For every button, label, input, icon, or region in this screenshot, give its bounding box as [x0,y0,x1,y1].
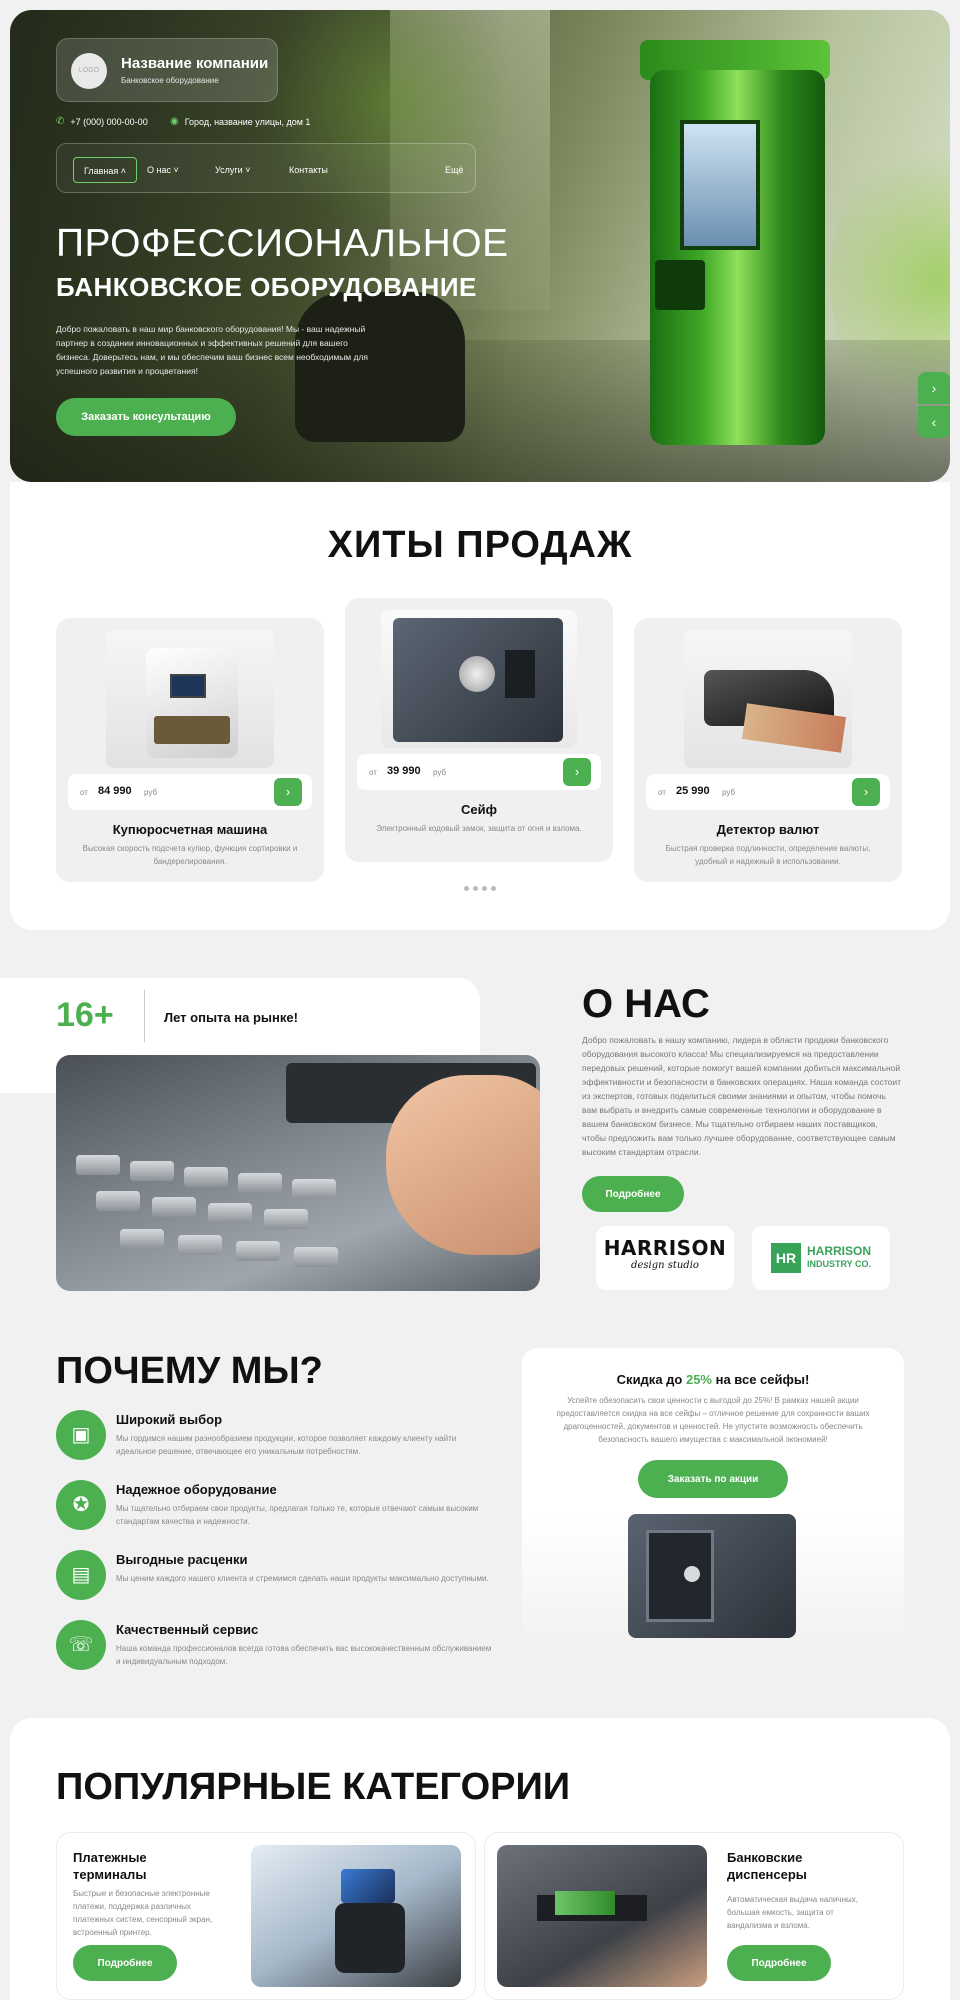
slider-next-arrow-icon[interactable]: › [918,372,950,404]
about-title: О НАС [582,982,710,1026]
hero-description: Добро пожаловать в наш мир банковского о… [56,324,369,376]
company-name: Название компании [121,55,269,72]
product-image-currency-detector [684,630,852,768]
support-icon: ☏ [56,1620,106,1670]
phone-icon: ✆ [56,116,65,127]
category-title: Платежные терминалы [73,1850,147,1882]
promo-text: Успейте обезопасить свои ценности с выго… [556,1396,870,1444]
experience-number: 16+ [56,996,114,1034]
nav-item-about[interactable]: О нас ˅ [137,157,189,183]
product-card[interactable]: от 39 990 руб › Сейф Электронный кодовый… [345,598,613,862]
about-text: Добро пожаловать в нашу компанию, лидера… [582,1035,901,1157]
product-name: Детектор валют [716,822,820,837]
logo: LOGO [71,53,107,89]
award-icon: ✪ [56,1480,106,1530]
safe-icon: ▣ [56,1410,106,1460]
why-title: ПОЧЕМУ МЫ? [56,1350,323,1392]
product-price: 84 990 [98,785,132,797]
advantage-item: ☏ Качественный сервис Наша команда профе… [56,1620,496,1680]
nav-item-more[interactable]: Ещё [435,157,473,183]
divider [144,990,145,1042]
hero-title-line2: БАНКОВСКОЕ ОБОРУДОВАНИЕ [56,272,477,302]
advantage-item: ✪ Надежное оборудование Мы тщательно отб… [56,1480,496,1540]
price-box: от 25 990 руб › [646,774,890,810]
category-description: Автоматическая выдача наличных, большая … [727,1895,858,1930]
partner-logo-harrison-industry: HR HARRISON INDUSTRY CO. [752,1226,890,1290]
product-description: Электронный кодовый замок, защита от огн… [376,824,582,833]
cash-dispenser-photo [497,1845,707,1987]
hero-atm-image [630,40,830,445]
nav-item-contacts[interactable]: Контакты [279,157,338,183]
partner-logo-harrison-design: HARRISON design studio [596,1226,734,1290]
company-subtitle: Банковское оборудование [121,76,219,85]
category-title: Банковские диспенсеры [727,1850,807,1882]
main-nav: Главная ˄ О нас ˅ Услуги ˅ Контакты Ещё [56,143,476,193]
product-price: 39 990 [387,765,421,777]
slider-prev-arrow-icon[interactable]: ‹ [918,406,950,438]
carousel-dots[interactable] [462,878,498,896]
phone-contact[interactable]: ✆ +7 (000) 000-00-00 [56,116,148,127]
product-image-safe [381,610,577,748]
product-card[interactable]: от 84 990 руб › Купюросчетная машина Выс… [56,618,324,882]
categories-title: ПОПУЛЯРНЫЕ КАТЕГОРИИ [56,1766,571,1808]
hero-section: LOGO Название компании Банковское оборуд… [10,10,950,482]
chevron-right-icon[interactable]: › [274,778,302,806]
categories-section: ПОПУЛЯРНЫЕ КАТЕГОРИИ Платежные терминалы… [10,1718,950,2000]
product-price: 25 990 [676,785,710,797]
address-text: Город, название улицы, дом 1 [184,116,311,127]
consultation-button[interactable]: Заказать консультацию [56,398,236,436]
category-card-terminals[interactable]: Платежные терминалы Быстрые и безопасные… [56,1832,476,2000]
wallet-icon: ▤ [56,1550,106,1600]
experience-label: Лет опыта на рынке! [164,1010,298,1025]
hero-title-line1: ПРОФЕССИОНАЛЬНОЕ [56,222,509,265]
about-more-button[interactable]: Подробнее [582,1176,684,1212]
nav-item-home[interactable]: Главная ˄ [73,157,138,183]
phone-number: +7 (000) 000-00-00 [70,116,148,127]
category-more-button[interactable]: Подробнее [73,1945,177,1981]
advantage-item: ▣ Широкий выбор Мы гордимся нашим разноо… [56,1410,496,1470]
category-card-dispensers[interactable]: Банковские диспенсеры Автоматическая выд… [484,1832,904,2000]
product-name: Купюросчетная машина [112,822,268,837]
hits-section: ХИТЫ ПРОДАЖ от 84 990 руб › Купюросчетна… [10,482,950,930]
company-logo-block[interactable]: LOGO Название компании Банковское оборуд… [56,38,278,102]
chevron-right-icon[interactable]: › [563,758,591,786]
product-name: Сейф [461,802,497,817]
promo-order-button[interactable]: Заказать по акции [638,1460,788,1498]
promo-card: Скидка до 25% на все сейфы! Успейте обез… [522,1348,904,1650]
atm-keypad-photo [56,1055,540,1291]
product-card[interactable]: от 25 990 руб › Детектор валют Быстрая п… [634,618,902,882]
address-contact: ◉ Город, название улицы, дом 1 [170,116,310,127]
price-box: от 84 990 руб › [68,774,312,810]
location-pin-icon: ◉ [170,116,179,127]
promo-title: Скидка до 25% на все сейфы! [616,1372,810,1387]
advantage-item: ▤ Выгодные расценки Мы ценим каждого наш… [56,1550,496,1610]
section-title: ХИТЫ ПРОДАЖ [327,524,633,566]
product-description: Быстрая проверка подлинности, определени… [665,844,871,866]
payment-terminal-photo [251,1845,461,1987]
price-box: от 39 990 руб › [357,754,601,790]
category-description: Быстрые и безопасные электронные платежи… [73,1889,213,1937]
nav-item-services[interactable]: Услуги ˅ [205,157,260,183]
chevron-down-icon: ˅ [245,165,251,175]
chevron-right-icon[interactable]: › [852,778,880,806]
chevron-down-icon: ˅ [173,165,179,175]
chevron-up-icon: ˄ [120,166,127,176]
product-description: Высокая скорость подсчета купюр, функция… [82,844,298,866]
promo-safe-image [628,1514,796,1638]
category-more-button[interactable]: Подробнее [727,1945,831,1981]
product-image-banknote-counter [106,630,274,768]
